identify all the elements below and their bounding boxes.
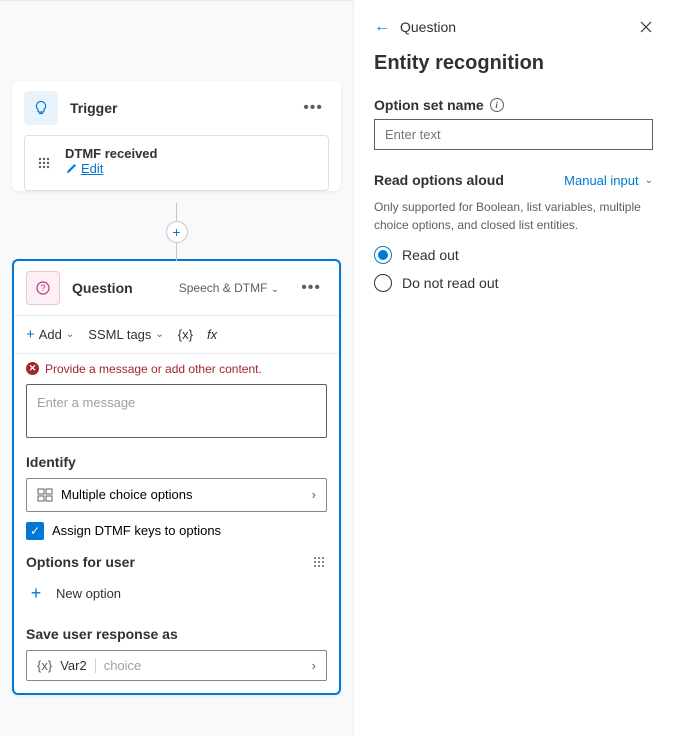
trigger-event-card[interactable]: DTMF received Edit	[24, 135, 329, 191]
chevron-down-icon: ⌄	[645, 175, 653, 186]
chevron-down-icon: ⌄	[271, 284, 279, 295]
svg-text:?: ?	[40, 283, 45, 293]
variable-select[interactable]: {x} Var2 choice ›	[26, 650, 327, 681]
plus-icon: +	[26, 584, 46, 604]
back-button[interactable]: ← Question	[374, 18, 456, 36]
entity-icon	[37, 487, 53, 503]
chevron-down-icon: ⌄	[66, 329, 74, 340]
error-icon: ✕	[26, 362, 39, 375]
variable-icon: {x}	[37, 658, 52, 673]
variable-button[interactable]: {x}	[178, 327, 193, 342]
trigger-event-title: DTMF received	[65, 146, 316, 161]
save-response-label: Save user response as	[14, 622, 339, 650]
message-input[interactable]: Enter a message	[26, 384, 327, 438]
trigger-card: Trigger ••• DTMF received Edit	[12, 81, 341, 191]
checkbox-checked-icon: ✓	[26, 522, 44, 540]
edit-link[interactable]: Edit	[65, 161, 103, 176]
chevron-down-icon: ⌄	[155, 329, 163, 340]
arrow-left-icon: ←	[374, 18, 390, 36]
more-icon[interactable]: •••	[297, 95, 329, 121]
grip-icon	[37, 156, 55, 170]
add-button[interactable]: +Add ⌄	[26, 326, 74, 343]
toolbar: +Add ⌄ SSML tags ⌄ {x} fx	[14, 316, 339, 354]
help-text: Only supported for Boolean, list variabl…	[374, 198, 653, 234]
ssml-button[interactable]: SSML tags ⌄	[88, 327, 164, 342]
new-option-button[interactable]: + New option	[14, 578, 339, 622]
more-icon[interactable]: •••	[295, 275, 327, 301]
radio-checked-icon	[374, 246, 392, 264]
option-set-label: Option set name i	[374, 97, 653, 113]
manual-input-link[interactable]: Manual input ⌄	[564, 173, 653, 188]
connector: +	[0, 203, 353, 261]
close-icon	[639, 20, 653, 34]
trigger-title: Trigger	[70, 100, 297, 116]
pencil-icon	[65, 163, 77, 175]
chevron-right-icon: ›	[312, 487, 316, 502]
question-icon: ?	[26, 271, 60, 305]
error-message: ✕ Provide a message or add other content…	[14, 354, 339, 380]
add-node-button[interactable]: +	[166, 221, 188, 243]
read-aloud-label: Read options aloud	[374, 172, 504, 188]
options-label: Options for user	[26, 554, 135, 570]
grip-icon[interactable]	[313, 556, 327, 568]
radio-do-not-read[interactable]: Do not read out	[374, 274, 653, 292]
properties-panel: ← Question Entity recognition Option set…	[353, 0, 673, 736]
chevron-right-icon: ›	[312, 658, 316, 673]
option-set-input[interactable]	[374, 119, 653, 150]
assign-dtmf-checkbox[interactable]: ✓ Assign DTMF keys to options	[14, 522, 339, 554]
question-title: Question	[72, 280, 179, 296]
identify-select[interactable]: Multiple choice options ›	[26, 478, 327, 512]
info-icon[interactable]: i	[490, 98, 504, 112]
radio-unchecked-icon	[374, 274, 392, 292]
fx-button[interactable]: fx	[207, 327, 217, 342]
panel-title: Entity recognition	[374, 52, 653, 75]
identify-label: Identify	[14, 450, 339, 478]
radio-read-out[interactable]: Read out	[374, 246, 653, 264]
lightbulb-icon	[24, 91, 58, 125]
question-card: ? Question Speech & DTMF ⌄ ••• +Add ⌄ SS…	[12, 259, 341, 695]
mode-dropdown[interactable]: Speech & DTMF ⌄	[179, 281, 279, 295]
close-button[interactable]	[639, 20, 653, 34]
